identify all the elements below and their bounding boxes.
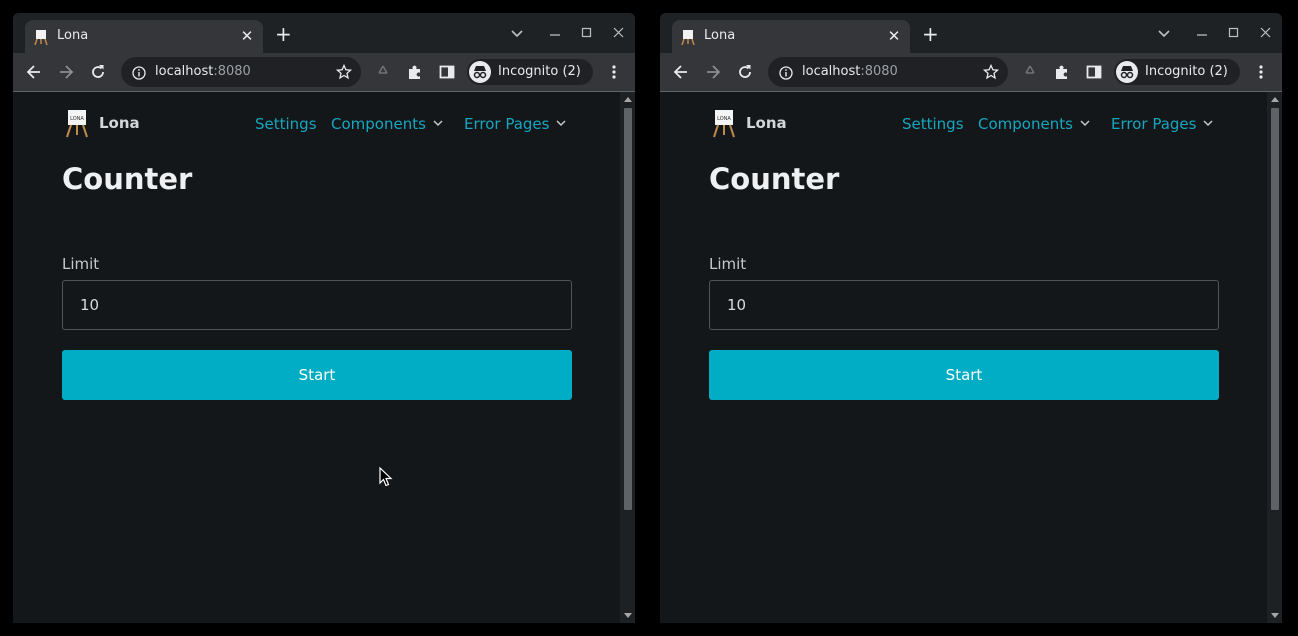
chevron-down-icon[interactable] — [509, 25, 525, 41]
lona-easel-icon — [681, 29, 695, 46]
address-bar[interactable]: localhost:8080 — [121, 57, 361, 87]
side-panel-icon[interactable] — [438, 63, 456, 81]
incognito-icon — [469, 61, 491, 83]
scroll-down-icon[interactable] — [1271, 613, 1279, 618]
minimize-icon[interactable] — [1194, 25, 1210, 41]
browser-window-right: Lona ✕ + localhost:8080 Incognito (2) LO… — [660, 13, 1282, 623]
scrollbar-thumb[interactable] — [624, 108, 632, 510]
start-button[interactable]: Start — [62, 350, 572, 400]
reload-icon[interactable] — [736, 63, 754, 81]
recycle-icon[interactable] — [1021, 63, 1039, 81]
start-button[interactable]: Start — [709, 350, 1219, 400]
title-bar: Lona ✕ + — [13, 13, 635, 53]
nav-components-dropdown[interactable]: Components — [978, 115, 1090, 133]
incognito-profile-button[interactable]: Incognito (2) — [1114, 59, 1240, 85]
incognito-label: Incognito (2) — [498, 64, 581, 79]
nav-error-pages-dropdown[interactable]: Error Pages — [464, 115, 566, 133]
info-icon[interactable] — [132, 65, 146, 80]
page-content: LONA Lona Settings Components Error Page… — [13, 92, 620, 623]
recycle-icon[interactable] — [374, 63, 392, 81]
scroll-up-icon[interactable] — [1271, 97, 1279, 102]
nav-settings-link[interactable]: Settings — [255, 115, 317, 133]
incognito-label: Incognito (2) — [1145, 64, 1228, 79]
limit-input[interactable] — [62, 280, 572, 330]
limit-label: Limit — [709, 255, 747, 273]
lona-easel-icon — [34, 29, 48, 46]
puzzle-icon[interactable] — [406, 63, 424, 81]
url-host: localhost — [155, 64, 214, 79]
close-icon[interactable] — [611, 25, 627, 41]
url-port: :8080 — [860, 64, 898, 79]
close-icon[interactable] — [1258, 25, 1274, 41]
page-content: LONA Lona Settings Components Error Page… — [660, 92, 1267, 623]
plus-icon[interactable]: + — [922, 24, 939, 44]
arrow-right-icon[interactable] — [704, 63, 722, 81]
url-text: localhost:8080 — [802, 64, 898, 79]
browser-toolbar: localhost:8080 Incognito (2) — [660, 53, 1282, 92]
svg-text:LONA: LONA — [70, 116, 84, 122]
nav-components-dropdown[interactable]: Components — [331, 115, 443, 133]
arrow-left-icon[interactable] — [25, 63, 43, 81]
limit-input[interactable] — [709, 280, 1219, 330]
chevron-down-icon — [433, 120, 443, 127]
tab-title: Lona — [57, 28, 89, 43]
chevron-down-icon[interactable] — [1156, 25, 1172, 41]
nav-settings-link[interactable]: Settings — [902, 115, 964, 133]
kebab-menu-icon[interactable] — [1252, 63, 1270, 81]
url-text: localhost:8080 — [155, 64, 251, 79]
lona-easel-icon: LONA — [712, 108, 736, 138]
svg-text:LONA: LONA — [717, 116, 731, 122]
page-title: Counter — [62, 162, 193, 196]
puzzle-icon[interactable] — [1053, 63, 1071, 81]
chevron-down-icon — [556, 120, 566, 127]
reload-icon[interactable] — [89, 63, 107, 81]
scroll-up-icon[interactable] — [624, 97, 632, 102]
nav-error-pages-label: Error Pages — [464, 115, 550, 133]
incognito-icon — [1116, 61, 1138, 83]
mouse-cursor-icon — [379, 466, 393, 487]
scroll-down-icon[interactable] — [624, 613, 632, 618]
arrow-left-icon[interactable] — [672, 63, 690, 81]
page-title: Counter — [709, 162, 840, 196]
incognito-profile-button[interactable]: Incognito (2) — [467, 59, 593, 85]
side-panel-icon[interactable] — [1085, 63, 1103, 81]
browser-toolbar: localhost:8080 Incognito (2) — [13, 53, 635, 92]
arrow-right-icon[interactable] — [57, 63, 75, 81]
info-icon[interactable] — [779, 65, 793, 80]
browser-window-left: Lona ✕ + localhost:8080 Incognito (2) LO… — [13, 13, 635, 623]
maximize-icon[interactable] — [1226, 25, 1242, 41]
plus-icon[interactable]: + — [275, 24, 292, 44]
chevron-down-icon — [1203, 120, 1213, 127]
browser-tab[interactable]: Lona ✕ — [25, 20, 263, 53]
browser-tab[interactable]: Lona ✕ — [672, 20, 910, 53]
title-bar: Lona ✕ + — [660, 13, 1282, 53]
page-scrollbar[interactable] — [620, 92, 635, 623]
nav-components-label: Components — [331, 115, 426, 133]
url-host: localhost — [802, 64, 861, 79]
kebab-menu-icon[interactable] — [605, 63, 623, 81]
chevron-down-icon — [1080, 120, 1090, 127]
brand-name: Lona — [99, 114, 140, 132]
close-icon[interactable]: ✕ — [239, 28, 255, 44]
nav-components-label: Components — [978, 115, 1073, 133]
minimize-icon[interactable] — [547, 25, 563, 41]
maximize-icon[interactable] — [579, 25, 595, 41]
star-icon[interactable] — [982, 63, 1000, 80]
scrollbar-thumb[interactable] — [1271, 108, 1279, 510]
page-scrollbar[interactable] — [1267, 92, 1282, 623]
limit-label: Limit — [62, 255, 100, 273]
close-icon[interactable]: ✕ — [886, 28, 902, 44]
star-icon[interactable] — [335, 63, 353, 80]
nav-error-pages-label: Error Pages — [1111, 115, 1197, 133]
url-port: :8080 — [213, 64, 251, 79]
lona-easel-icon: LONA — [65, 108, 89, 138]
tab-title: Lona — [704, 28, 736, 43]
nav-error-pages-dropdown[interactable]: Error Pages — [1111, 115, 1213, 133]
brand-name: Lona — [746, 114, 787, 132]
address-bar[interactable]: localhost:8080 — [768, 57, 1008, 87]
